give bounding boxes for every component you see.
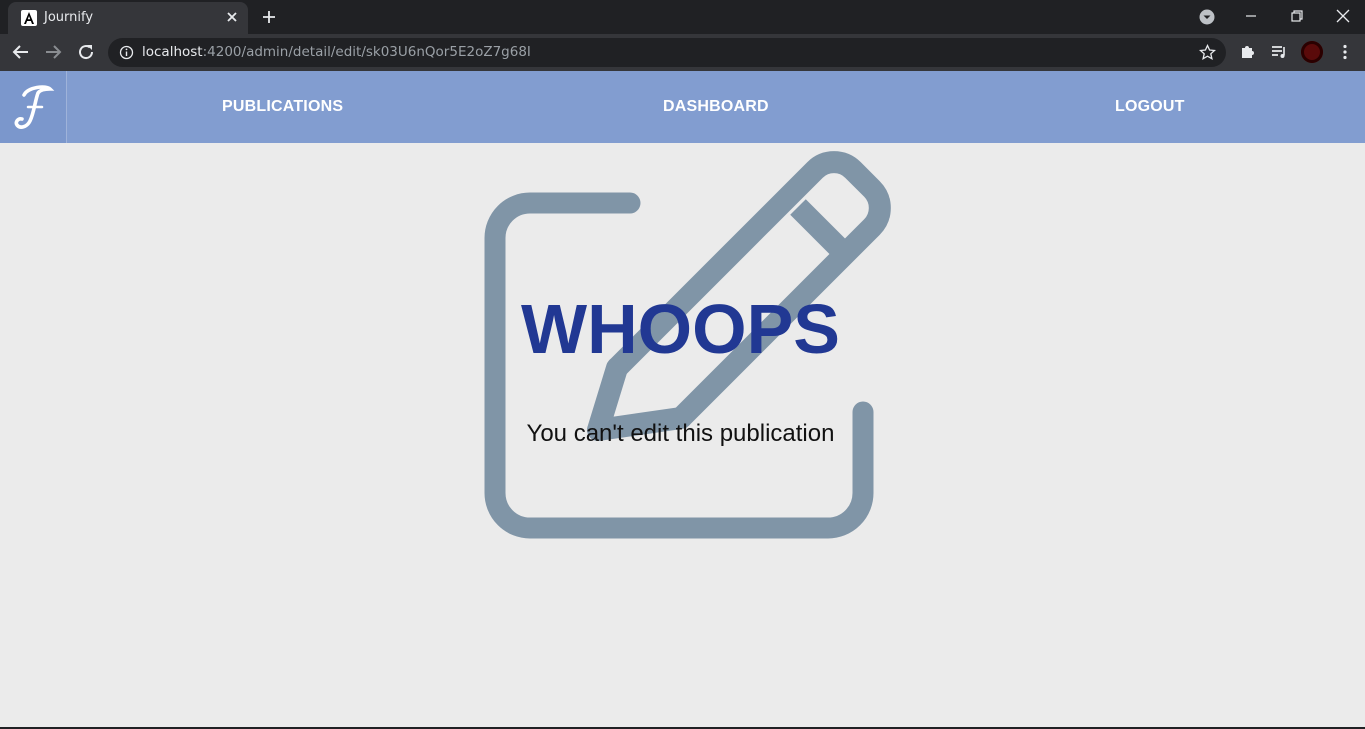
- error-message: You can't edit this publication: [526, 420, 835, 447]
- browser-toolbar: localhost:4200/admin/detail/edit/sk03U6n…: [0, 34, 1365, 71]
- restore-icon[interactable]: [1290, 9, 1304, 23]
- forward-icon[interactable]: [44, 43, 62, 61]
- site-info-icon[interactable]: [119, 45, 134, 60]
- journify-logo-icon: [14, 85, 55, 129]
- close-window-icon[interactable]: [1336, 9, 1350, 23]
- browser-tab-bar: Journify: [0, 0, 1365, 34]
- profile-avatar[interactable]: [1301, 41, 1323, 63]
- error-heading: WHOOPS: [521, 290, 840, 368]
- app-header: PUBLICATIONS DASHBOARD LOGOUT: [0, 71, 1365, 143]
- media-playlist-icon[interactable]: [1270, 43, 1288, 61]
- nav-dashboard-link[interactable]: DASHBOARD: [663, 71, 769, 143]
- address-bar[interactable]: localhost:4200/admin/detail/edit/sk03U6n…: [108, 38, 1226, 67]
- extensions-puzzle-icon[interactable]: [1239, 43, 1257, 61]
- browser-tab[interactable]: Journify: [8, 2, 248, 34]
- reload-icon[interactable]: [77, 43, 95, 61]
- bookmark-star-icon[interactable]: [1199, 44, 1216, 61]
- url-path: :4200/admin/detail/edit/sk03U6nQor5E2oZ7…: [202, 44, 531, 60]
- url-host: localhost: [142, 44, 203, 60]
- angular-favicon-icon: [21, 10, 37, 26]
- url-text[interactable]: localhost:4200/admin/detail/edit/sk03U6n…: [142, 44, 531, 60]
- minimize-icon[interactable]: [1244, 9, 1258, 23]
- back-icon[interactable]: [12, 43, 30, 61]
- close-tab-icon[interactable]: [224, 9, 240, 25]
- tab-search-icon[interactable]: [1198, 8, 1216, 26]
- menu-kebab-icon[interactable]: [1336, 43, 1354, 61]
- journify-logo[interactable]: [0, 71, 67, 143]
- nav-publications-link[interactable]: PUBLICATIONS: [222, 71, 343, 143]
- tab-title: Journify: [44, 10, 94, 25]
- nav-logout-link[interactable]: LOGOUT: [1115, 71, 1185, 143]
- new-tab-icon[interactable]: [261, 9, 277, 25]
